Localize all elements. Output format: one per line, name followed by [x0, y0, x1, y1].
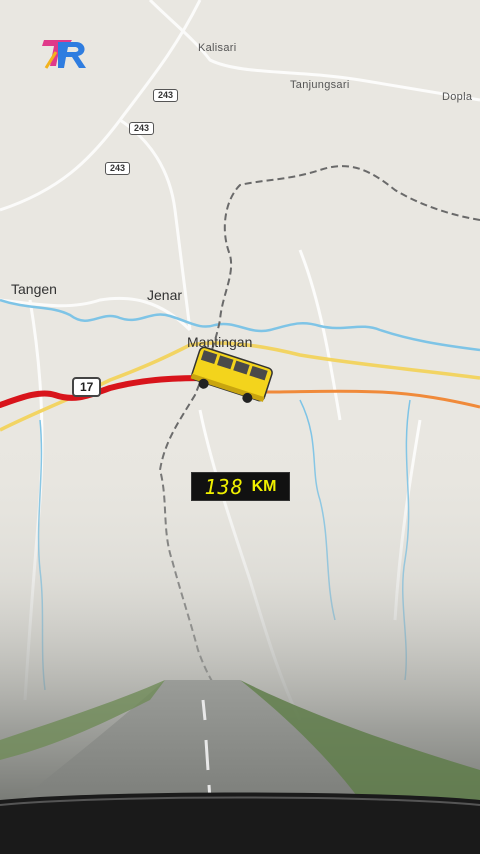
road-shield-243: 243 — [129, 122, 155, 135]
road-shield-243: 243 — [105, 162, 131, 175]
place-label-mantingan: Mantingan — [187, 334, 253, 350]
road-shield-243: 243 — [153, 89, 179, 102]
dashboard — [0, 792, 480, 854]
speed-value: 138 — [204, 474, 244, 499]
place-label-jenar: Jenar — [147, 287, 183, 303]
place-label-dopla: Dopla — [442, 91, 473, 103]
place-label-tanjungsari: Tanjungsari — [290, 79, 350, 91]
road-shield-17: 17 — [72, 377, 102, 397]
speed-display: 138 KM — [191, 472, 290, 501]
place-label-tangen: Tangen — [11, 281, 57, 297]
place-label-kalisari: Kalisari — [198, 42, 237, 54]
map-scene — [0, 0, 480, 854]
speed-unit: KM — [251, 477, 277, 495]
